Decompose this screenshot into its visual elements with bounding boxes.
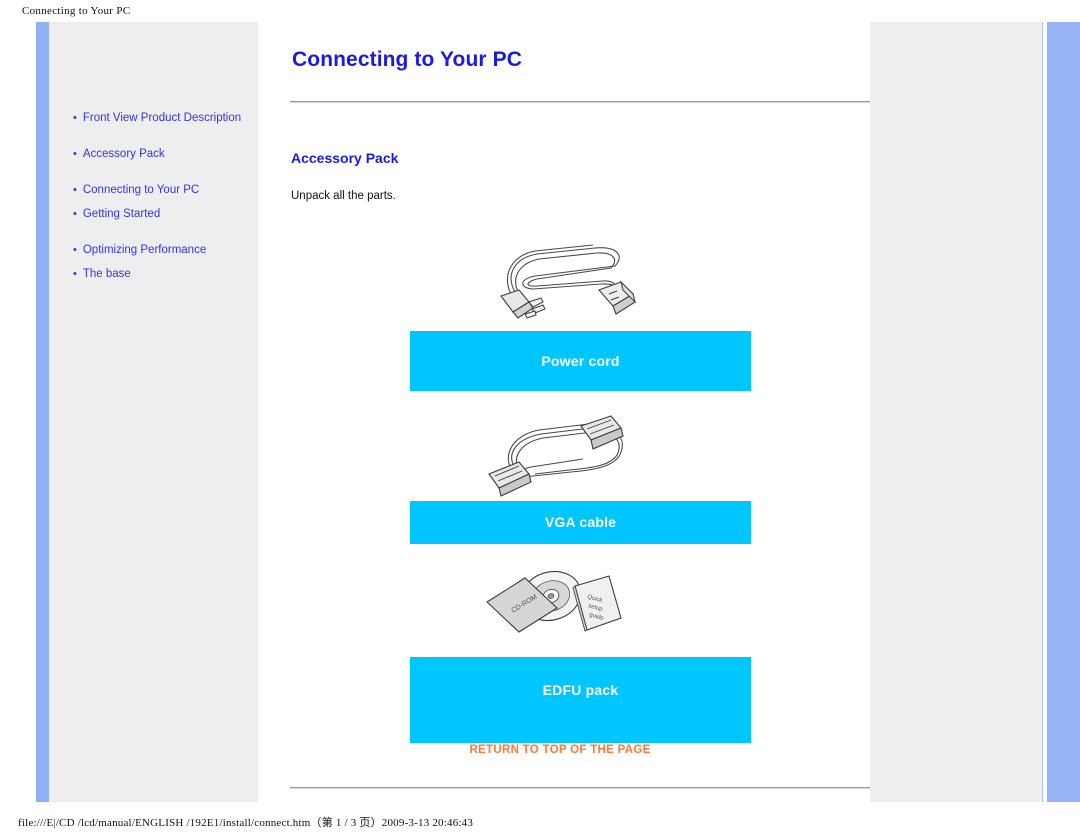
body-text: Unpack all the parts. [291, 190, 396, 202]
power-cord-label-bar: Power cord [410, 331, 751, 391]
sidebar-item-front-view-product-description[interactable]: • Front View Product Description [49, 111, 258, 125]
edfu-pack-label-bar: EDFU pack [410, 657, 751, 743]
vga-cable-label: VGA cable [544, 514, 617, 530]
vga-connector-left-icon [488, 461, 532, 497]
vga-cable-illustration [488, 415, 624, 497]
quick-setup-guide-icon: Quick setup guide [572, 575, 622, 632]
sidebar-item-getting-started[interactable]: • Getting Started [49, 207, 258, 221]
footer-divider [290, 787, 870, 789]
sidebar-item-optimizing-performance[interactable]: • Optimizing Performance [49, 243, 258, 257]
right-blue-band [1047, 22, 1080, 802]
sidebar-item-label: Optimizing Performance [82, 244, 207, 256]
edfu-pack-illustration: CD-ROM Quick setup guide [486, 570, 622, 633]
sidebar-item-the-base[interactable]: • The base [49, 267, 258, 281]
vga-cable-figure [258, 412, 862, 507]
sidebar-item-label: Connecting to Your PC [82, 184, 200, 196]
bullet-icon: • [73, 112, 77, 124]
title-divider [290, 101, 870, 103]
print-header-title: Connecting to Your PC [22, 5, 131, 17]
sidebar-panel: • Front View Product Description • Acces… [49, 22, 258, 802]
sidebar-item-accessory-pack[interactable]: • Accessory Pack [49, 147, 258, 161]
print-footer-text: file:///E|/CD /lcd/manual/ENGLISH /192E1… [18, 817, 474, 829]
bullet-icon: • [73, 268, 77, 280]
sidebar-nav-list: • Front View Product Description • Acces… [49, 111, 258, 281]
sidebar-item-connecting-to-your-pc[interactable]: • Connecting to Your PC [49, 183, 258, 197]
page-frame: • Front View Product Description • Acces… [22, 22, 1080, 802]
power-plug-icon [500, 289, 546, 319]
sidebar-item-label: Getting Started [82, 208, 161, 220]
vga-cable-label-bar: VGA cable [410, 501, 751, 544]
sidebar-item-label: Accessory Pack [82, 148, 165, 160]
power-cord-label: Power cord [541, 353, 620, 369]
page-title: Connecting to Your PC [292, 48, 522, 71]
edfu-pack-figure: CD-ROM Quick setup guide [258, 558, 862, 653]
bullet-icon: • [73, 244, 77, 256]
sidebar-item-label: Front View Product Description [82, 112, 242, 124]
vga-connector-right-icon [580, 415, 624, 450]
power-cord-illustration [500, 244, 636, 319]
content-right-gap [862, 22, 870, 802]
main-content: Connecting to Your PC Accessory Pack Unp… [258, 22, 870, 802]
sidebar-item-label: The base [82, 268, 131, 280]
return-to-top-link[interactable]: RETURN TO TOP OF THE PAGE [258, 744, 862, 756]
right-thin-rule [1042, 22, 1043, 802]
section-title: Accessory Pack [291, 150, 399, 166]
bullet-icon: • [73, 184, 77, 196]
right-gray-column [870, 22, 1042, 802]
bullet-icon: • [73, 208, 77, 220]
iec-connector-icon [598, 280, 636, 315]
bullet-icon: • [73, 148, 77, 160]
power-cord-figure [258, 232, 862, 332]
sidebar-blue-accent-bar [36, 22, 49, 802]
edfu-pack-label: EDFU pack [542, 682, 619, 698]
